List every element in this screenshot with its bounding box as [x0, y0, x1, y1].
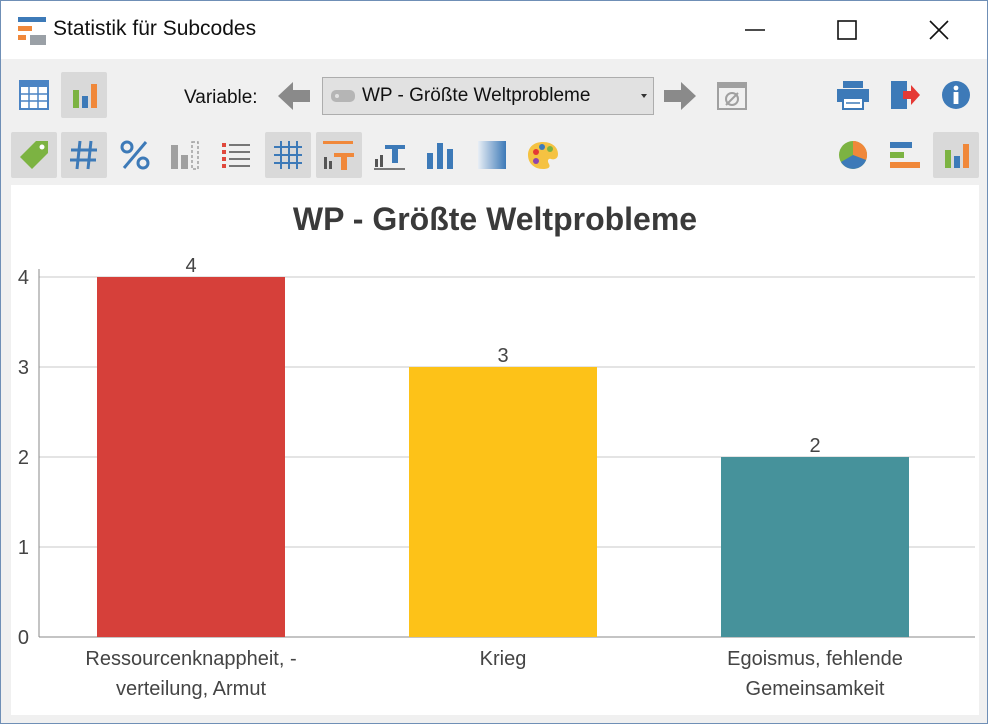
variable-select[interactable]: WP - Größte Weltprobleme — [322, 77, 654, 115]
table-view-button[interactable] — [11, 72, 57, 118]
pie-chart-icon — [839, 140, 868, 169]
variable-label: Variable: — [184, 87, 258, 108]
chart-title: WP - Größte Weltprobleme — [293, 201, 697, 237]
chart-view-button[interactable] — [61, 72, 107, 118]
chart-title-button[interactable] — [316, 132, 362, 178]
x-tick-label: Gemeinsamkeit — [746, 678, 885, 700]
column-chart-icon — [427, 143, 453, 169]
bar — [721, 457, 909, 637]
vertical-bar-icon — [945, 144, 969, 168]
app-icon — [18, 17, 46, 45]
previous-variable-button[interactable] — [271, 73, 317, 119]
close-icon — [929, 20, 949, 40]
percent-icon — [120, 140, 150, 170]
horizontal-bar-icon — [890, 142, 920, 168]
next-variable-button[interactable] — [657, 73, 703, 119]
missing-values-button[interactable] — [162, 132, 208, 178]
info-icon — [942, 81, 970, 109]
axis-title-button[interactable] — [367, 132, 413, 178]
y-tick-label: 1 — [18, 537, 29, 559]
gradient-button[interactable] — [469, 132, 515, 178]
export-button[interactable] — [882, 72, 928, 118]
maximize-icon — [837, 20, 857, 40]
pie-chart-button[interactable] — [830, 132, 876, 178]
x-tick-label: Ressourcenknappheit, - — [85, 648, 296, 670]
tag-icon — [20, 141, 48, 169]
window-title: Statistik für Subcodes — [53, 17, 257, 40]
close-button[interactable] — [893, 1, 985, 59]
axis-title-icon — [374, 145, 405, 170]
vertical-bar-button[interactable] — [933, 132, 979, 178]
hash-icon — [70, 140, 97, 170]
x-tick-label: Egoismus, fehlende — [727, 648, 903, 670]
y-tick-label: 3 — [18, 357, 29, 379]
show-labels-button[interactable] — [11, 132, 57, 178]
x-tick-label: Krieg — [480, 648, 527, 670]
variable-select-value: WP - Größte Weltprobleme — [362, 85, 591, 106]
bar — [409, 367, 597, 637]
title-bar[interactable]: Statistik für Subcodes — [1, 1, 987, 59]
print-button[interactable] — [830, 72, 876, 118]
empty-set-icon — [717, 82, 747, 110]
data-label: 2 — [809, 435, 820, 457]
chart-title-icon — [323, 141, 354, 170]
list-button[interactable] — [213, 132, 259, 178]
statistics-window: Statistik für Subcodes Variable: WP - Gr… — [0, 0, 988, 724]
chart-area: WP - Größte Weltprobleme 0 1 2 3 4 4 Ressourcen… — [11, 185, 979, 715]
exclude-empty-button[interactable] — [709, 73, 755, 119]
bar — [97, 277, 285, 637]
arrow-right-icon — [664, 82, 696, 110]
arrow-left-icon — [278, 82, 310, 110]
x-tick-label: verteilung, Armut — [116, 678, 267, 700]
bar-chart-icon — [73, 84, 97, 108]
show-frequencies-button[interactable] — [61, 132, 107, 178]
show-percent-button[interactable] — [112, 132, 158, 178]
horizontal-bar-button[interactable] — [882, 132, 928, 178]
maximize-button[interactable] — [801, 1, 893, 59]
variable-tag-icon — [331, 90, 355, 102]
list-icon — [222, 143, 250, 168]
table-icon — [19, 80, 49, 110]
minimize-icon — [745, 29, 765, 31]
column-chart-button[interactable] — [418, 132, 464, 178]
gradient-icon — [478, 141, 506, 169]
color-palette-button[interactable] — [520, 132, 566, 178]
data-label: 3 — [497, 345, 508, 367]
printer-icon — [837, 81, 869, 110]
minimize-button[interactable] — [709, 1, 801, 59]
chevron-down-icon — [641, 94, 647, 98]
bar-chart: WP - Größte Weltprobleme 0 1 2 3 4 4 Ressourcen… — [18, 201, 975, 700]
palette-icon — [528, 142, 558, 169]
gridlines-button[interactable] — [265, 132, 311, 178]
missing-bars-icon — [171, 141, 199, 170]
y-tick-label: 4 — [18, 267, 29, 289]
y-tick-label: 2 — [18, 447, 29, 469]
y-tick-label: 0 — [18, 627, 29, 649]
export-icon — [891, 81, 920, 109]
grid-icon — [274, 141, 302, 169]
data-label: 4 — [185, 255, 196, 277]
info-button[interactable] — [933, 72, 979, 118]
